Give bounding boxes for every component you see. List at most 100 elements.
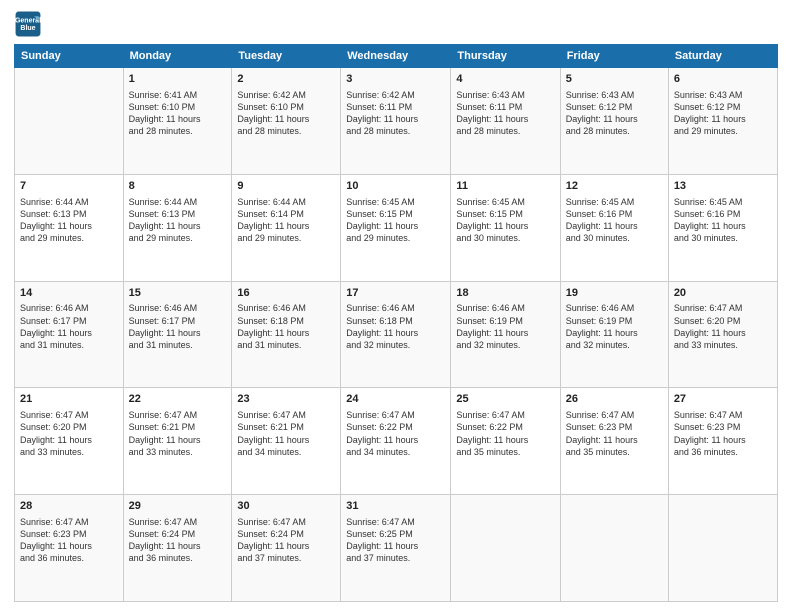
- day-number: 5: [566, 72, 663, 87]
- day-cell: 14Sunrise: 6:46 AM Sunset: 6:17 PM Dayli…: [15, 281, 124, 388]
- day-info: Sunrise: 6:47 AM Sunset: 6:24 PM Dayligh…: [129, 516, 227, 565]
- col-header-tuesday: Tuesday: [232, 45, 341, 68]
- day-cell: 22 Sunrise: 6:47 AM Sunset: 6:21 PM Dayli…: [123, 388, 232, 495]
- day-number: 9: [237, 179, 335, 194]
- day-cell: 2 Sunrise: 6:42 AM Sunset: 6:10 PM Daylig…: [232, 68, 341, 175]
- day-number: 22: [129, 392, 227, 407]
- col-header-thursday: Thursday: [451, 45, 560, 68]
- day-number: 1: [129, 72, 227, 87]
- day-cell: 28Sunrise: 6:47 AM Sunset: 6:23 PM Dayli…: [15, 495, 124, 602]
- day-cell: 1 Sunrise: 6:41 AM Sunset: 6:10 PM Daylig…: [123, 68, 232, 175]
- header: General Blue: [14, 10, 778, 38]
- day-info: Sunrise: 6:47 AM Sunset: 6:23 PM Dayligh…: [20, 516, 118, 565]
- day-cell: 23 Sunrise: 6:47 AM Sunset: 6:21 PM Dayli…: [232, 388, 341, 495]
- day-info: Sunrise: 6:46 AM Sunset: 6:17 PM Dayligh…: [129, 302, 227, 351]
- day-number: 17: [346, 286, 445, 301]
- col-header-friday: Friday: [560, 45, 668, 68]
- day-info: Sunrise: 6:46 AM Sunset: 6:17 PM Dayligh…: [20, 302, 118, 351]
- logo-icon: General Blue: [14, 10, 42, 38]
- day-info: Sunrise: 6:42 AM Sunset: 6:10 PM Dayligh…: [237, 89, 335, 138]
- day-cell: 30 Sunrise: 6:47 AM Sunset: 6:24 PM Dayli…: [232, 495, 341, 602]
- day-cell: 8Sunrise: 6:44 AM Sunset: 6:13 PM Daylig…: [123, 174, 232, 281]
- day-cell: 17Sunrise: 6:46 AM Sunset: 6:18 PM Dayli…: [341, 281, 451, 388]
- day-cell: 7Sunrise: 6:44 AM Sunset: 6:13 PM Daylig…: [15, 174, 124, 281]
- day-number: 14: [20, 286, 118, 301]
- day-cell: 9 Sunrise: 6:44 AM Sunset: 6:14 PM Daylig…: [232, 174, 341, 281]
- day-info: Sunrise: 6:42 AM Sunset: 6:11 PM Dayligh…: [346, 89, 445, 138]
- day-cell: 21 Sunrise: 6:47 AM Sunset: 6:20 PM Dayli…: [15, 388, 124, 495]
- day-cell: 13Sunrise: 6:45 AM Sunset: 6:16 PM Dayli…: [668, 174, 777, 281]
- day-number: 12: [566, 179, 663, 194]
- day-number: 26: [566, 392, 663, 407]
- week-row-3: 21 Sunrise: 6:47 AM Sunset: 6:20 PM Dayli…: [15, 388, 778, 495]
- day-number: 21: [20, 392, 118, 407]
- day-info: Sunrise: 6:43 AM Sunset: 6:12 PM Dayligh…: [566, 89, 663, 138]
- day-number: 7: [20, 179, 118, 194]
- day-info: Sunrise: 6:47 AM Sunset: 6:22 PM Dayligh…: [456, 409, 554, 458]
- day-number: 19: [566, 286, 663, 301]
- day-info: Sunrise: 6:46 AM Sunset: 6:19 PM Dayligh…: [566, 302, 663, 351]
- day-info: Sunrise: 6:41 AM Sunset: 6:10 PM Dayligh…: [129, 89, 227, 138]
- day-cell: 5 Sunrise: 6:43 AM Sunset: 6:12 PM Daylig…: [560, 68, 668, 175]
- day-info: Sunrise: 6:45 AM Sunset: 6:15 PM Dayligh…: [346, 196, 445, 245]
- day-info: Sunrise: 6:44 AM Sunset: 6:14 PM Dayligh…: [237, 196, 335, 245]
- day-number: 4: [456, 72, 554, 87]
- calendar-header: SundayMondayTuesdayWednesdayThursdayFrid…: [15, 45, 778, 68]
- day-cell: [668, 495, 777, 602]
- day-cell: 19Sunrise: 6:46 AM Sunset: 6:19 PM Dayli…: [560, 281, 668, 388]
- day-info: Sunrise: 6:45 AM Sunset: 6:16 PM Dayligh…: [566, 196, 663, 245]
- day-number: 20: [674, 286, 772, 301]
- col-header-wednesday: Wednesday: [341, 45, 451, 68]
- week-row-0: 1 Sunrise: 6:41 AM Sunset: 6:10 PM Daylig…: [15, 68, 778, 175]
- day-cell: 11 Sunrise: 6:45 AM Sunset: 6:15 PM Dayli…: [451, 174, 560, 281]
- day-cell: 3Sunrise: 6:42 AM Sunset: 6:11 PM Daylig…: [341, 68, 451, 175]
- day-cell: [15, 68, 124, 175]
- svg-text:Blue: Blue: [20, 25, 35, 32]
- day-cell: 24 Sunrise: 6:47 AM Sunset: 6:22 PM Dayli…: [341, 388, 451, 495]
- day-cell: 25Sunrise: 6:47 AM Sunset: 6:22 PM Dayli…: [451, 388, 560, 495]
- day-cell: 15Sunrise: 6:46 AM Sunset: 6:17 PM Dayli…: [123, 281, 232, 388]
- day-number: 16: [237, 286, 335, 301]
- day-cell: [560, 495, 668, 602]
- day-cell: 20Sunrise: 6:47 AM Sunset: 6:20 PM Dayli…: [668, 281, 777, 388]
- day-info: Sunrise: 6:47 AM Sunset: 6:25 PM Dayligh…: [346, 516, 445, 565]
- day-number: 18: [456, 286, 554, 301]
- day-number: 10: [346, 179, 445, 194]
- day-info: Sunrise: 6:47 AM Sunset: 6:21 PM Dayligh…: [237, 409, 335, 458]
- day-number: 2: [237, 72, 335, 87]
- day-info: Sunrise: 6:47 AM Sunset: 6:24 PM Dayligh…: [237, 516, 335, 565]
- day-number: 15: [129, 286, 227, 301]
- day-info: Sunrise: 6:45 AM Sunset: 6:15 PM Dayligh…: [456, 196, 554, 245]
- calendar-body: 1 Sunrise: 6:41 AM Sunset: 6:10 PM Daylig…: [15, 68, 778, 602]
- day-cell: 6Sunrise: 6:43 AM Sunset: 6:12 PM Daylig…: [668, 68, 777, 175]
- day-info: Sunrise: 6:43 AM Sunset: 6:11 PM Dayligh…: [456, 89, 554, 138]
- day-info: Sunrise: 6:46 AM Sunset: 6:18 PM Dayligh…: [346, 302, 445, 351]
- day-cell: 16Sunrise: 6:46 AM Sunset: 6:18 PM Dayli…: [232, 281, 341, 388]
- day-info: Sunrise: 6:47 AM Sunset: 6:22 PM Dayligh…: [346, 409, 445, 458]
- day-cell: 27Sunrise: 6:47 AM Sunset: 6:23 PM Dayli…: [668, 388, 777, 495]
- week-row-1: 7 Sunrise: 6:44 AM Sunset: 6:13 PM Daylig…: [15, 174, 778, 281]
- day-info: Sunrise: 6:46 AM Sunset: 6:18 PM Dayligh…: [237, 302, 335, 351]
- day-number: 27: [674, 392, 772, 407]
- col-header-sunday: Sunday: [15, 45, 124, 68]
- day-cell: 12 Sunrise: 6:45 AM Sunset: 6:16 PM Dayli…: [560, 174, 668, 281]
- day-number: 30: [237, 499, 335, 514]
- day-cell: 26 Sunrise: 6:47 AM Sunset: 6:23 PM Dayli…: [560, 388, 668, 495]
- day-info: Sunrise: 6:47 AM Sunset: 6:23 PM Dayligh…: [566, 409, 663, 458]
- day-number: 11: [456, 179, 554, 194]
- day-cell: 29 Sunrise: 6:47 AM Sunset: 6:24 PM Dayli…: [123, 495, 232, 602]
- day-cell: [451, 495, 560, 602]
- day-info: Sunrise: 6:44 AM Sunset: 6:13 PM Dayligh…: [129, 196, 227, 245]
- day-number: 24: [346, 392, 445, 407]
- day-info: Sunrise: 6:47 AM Sunset: 6:21 PM Dayligh…: [129, 409, 227, 458]
- day-info: Sunrise: 6:47 AM Sunset: 6:20 PM Dayligh…: [20, 409, 118, 458]
- day-cell: 31 Sunrise: 6:47 AM Sunset: 6:25 PM Dayli…: [341, 495, 451, 602]
- header-row: SundayMondayTuesdayWednesdayThursdayFrid…: [15, 45, 778, 68]
- calendar-table: SundayMondayTuesdayWednesdayThursdayFrid…: [14, 44, 778, 602]
- day-number: 6: [674, 72, 772, 87]
- week-row-4: 28Sunrise: 6:47 AM Sunset: 6:23 PM Dayli…: [15, 495, 778, 602]
- day-info: Sunrise: 6:47 AM Sunset: 6:20 PM Dayligh…: [674, 302, 772, 351]
- day-number: 29: [129, 499, 227, 514]
- day-number: 31: [346, 499, 445, 514]
- day-number: 23: [237, 392, 335, 407]
